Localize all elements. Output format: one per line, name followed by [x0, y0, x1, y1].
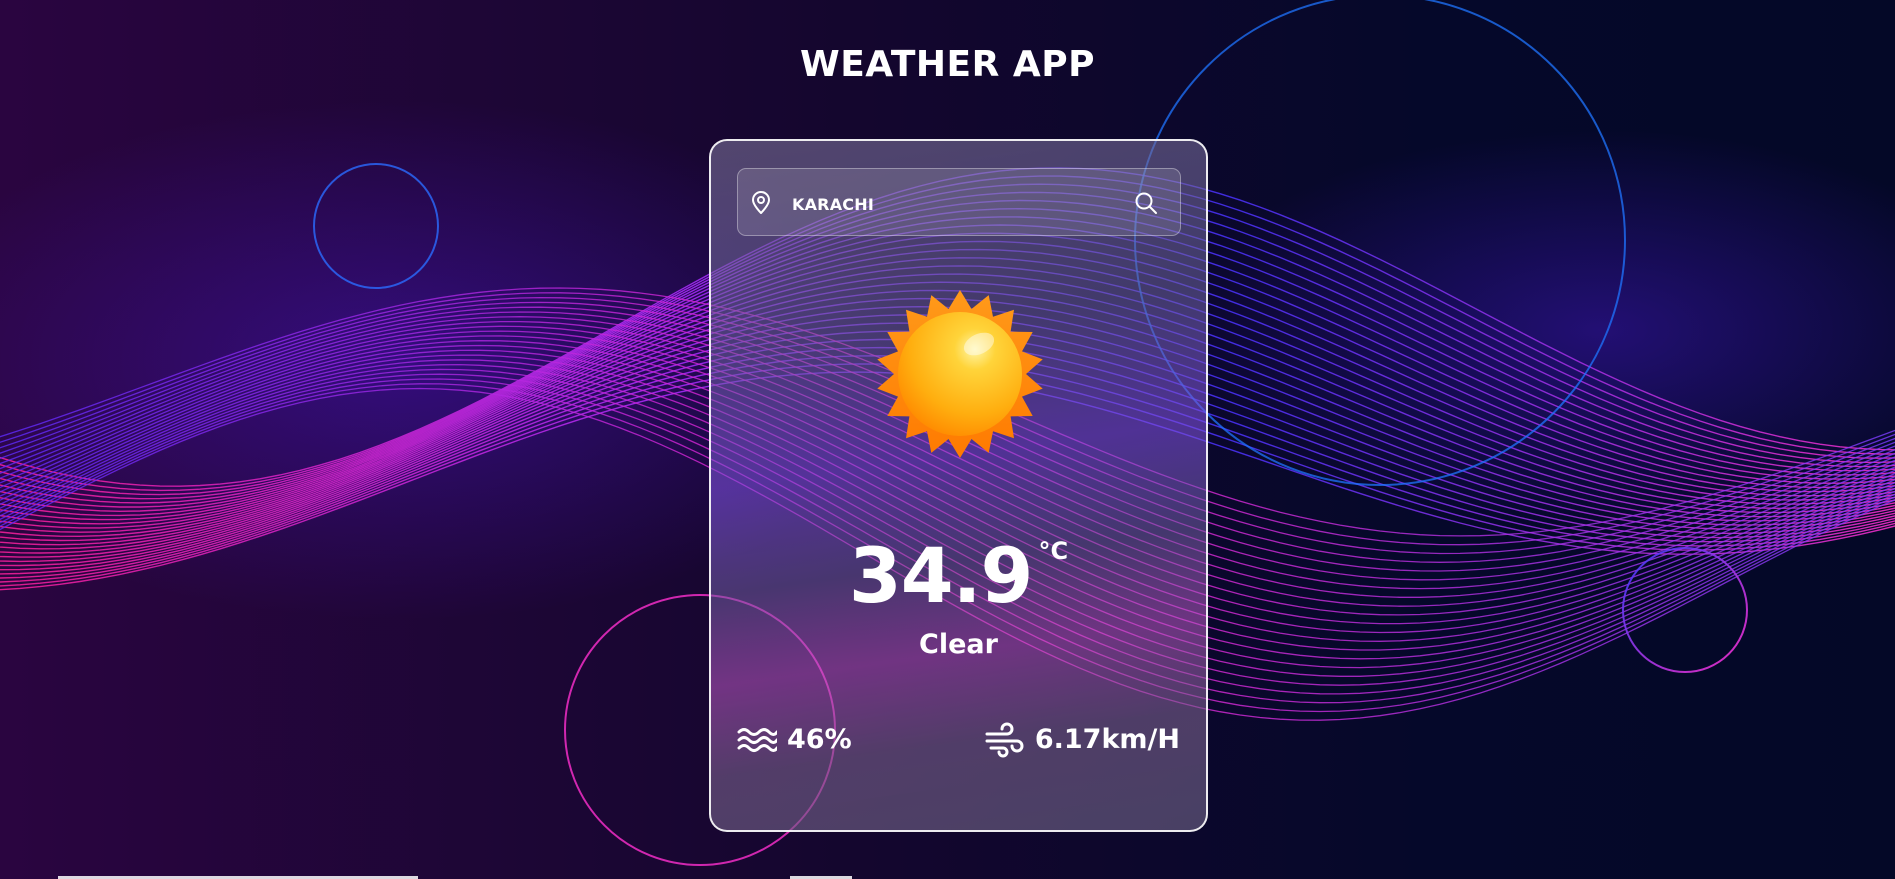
temperature-unit: °C [1038, 537, 1069, 565]
temperature-display: 34.9 °C [711, 534, 1206, 618]
weather-condition: Clear [919, 629, 998, 660]
sun-icon [877, 290, 1043, 458]
map-pin-icon [752, 191, 770, 214]
weather-card: 34.9°C Clear 46% 6.17km/H [709, 139, 1208, 832]
temperature-value: 34.9 [848, 531, 1034, 620]
humidity-stat: 46% [737, 719, 852, 759]
app-background: WEATHER APP KARACHI 34.9 °C Clear 46% 6.… [0, 0, 1895, 879]
app-title: WEATHER APP [799, 44, 1096, 85]
search-icon[interactable] [1134, 191, 1158, 215]
waves-icon [737, 727, 779, 752]
wind-speed-value: 6.17km/H [1034, 723, 1180, 755]
humidity-value: 46% [787, 723, 852, 755]
search-box [737, 168, 1181, 236]
wind-icon [985, 722, 1024, 757]
wind-stat: 6.17km/H [985, 719, 1180, 759]
city-search-input[interactable] [790, 187, 1114, 221]
